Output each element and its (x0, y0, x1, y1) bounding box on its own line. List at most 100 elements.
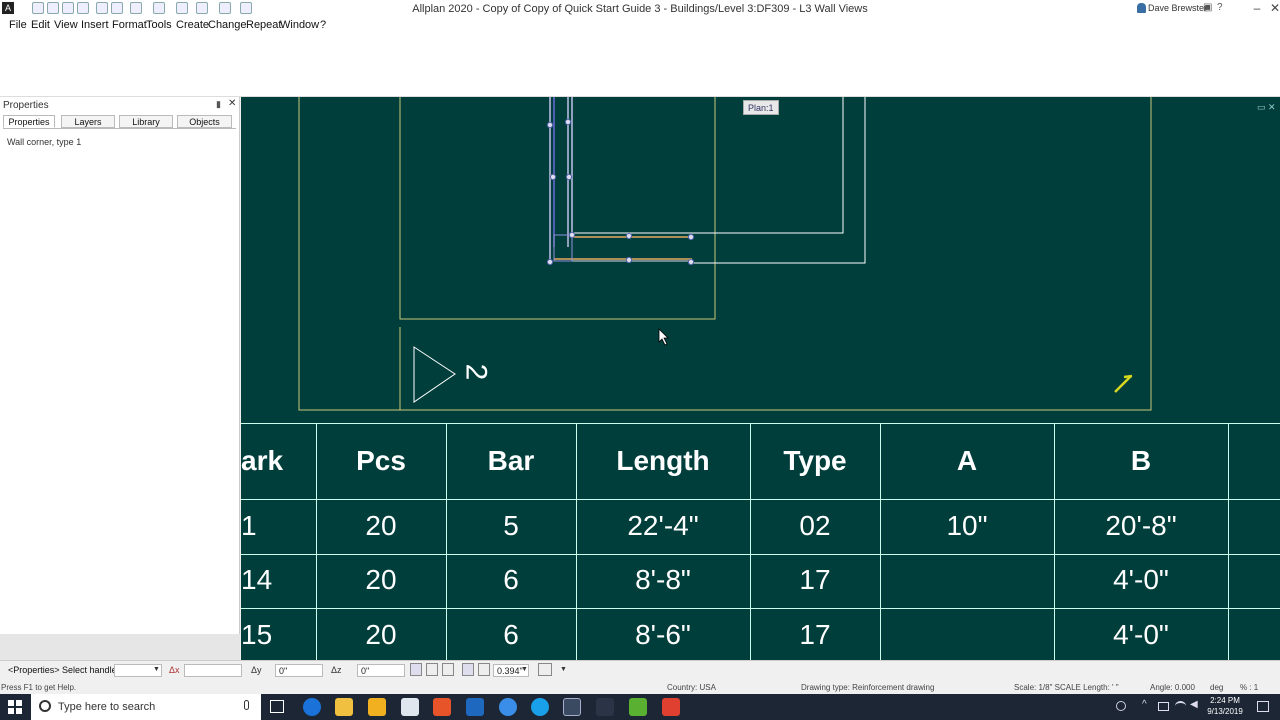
dx-field[interactable] (184, 664, 242, 677)
window-title: Allplan 2020 - Copy of Copy of Quick Sta… (412, 3, 868, 15)
app-c-red-icon[interactable] (662, 698, 680, 716)
help-icon[interactable]: ? (1217, 2, 1223, 13)
header-a: A (956, 445, 978, 476)
line-icon[interactable] (462, 663, 474, 676)
scale-text: Scale: 1/8" SCALE Length: ' " (1014, 683, 1119, 692)
viewport-controls-icon[interactable]: ▭ ✕ (1257, 102, 1276, 113)
tray-people-icon[interactable] (1116, 701, 1126, 711)
user-name[interactable]: Dave Brewster (1148, 3, 1207, 13)
menu-edit[interactable]: Edit (31, 19, 50, 31)
tab-properties[interactable]: Properties (3, 115, 55, 128)
row1-a: 10" (946, 510, 988, 541)
task-view-icon[interactable] (270, 700, 284, 713)
row1-type: 02 (799, 510, 831, 541)
row2-length: 8'-8" (635, 564, 691, 595)
app-s-icon[interactable] (433, 698, 451, 716)
section-marker-triangle (413, 346, 456, 403)
row1-bar: 5 (503, 510, 519, 541)
outlook-icon[interactable] (466, 698, 484, 716)
tab-layers[interactable]: Layers (61, 115, 115, 128)
row3-b: 4'-0" (1113, 619, 1169, 650)
dropdown-arrow-icon[interactable]: ▼ (153, 666, 160, 673)
angle-text: Angle: 0.000 (1150, 683, 1195, 692)
row2-type: 17 (799, 564, 831, 595)
properties-panel: Properties ▮ ✕ Properties Layers Library… (0, 97, 240, 660)
edge-beta-icon[interactable] (499, 698, 517, 716)
menu-window[interactable]: Window (280, 19, 319, 31)
header-bar: Bar (487, 445, 535, 476)
tray-volume-icon[interactable]: ◀ (1190, 699, 1198, 710)
tray-chevron-icon[interactable]: ^ (1142, 699, 1147, 710)
taskbar: Type here to search ^ ◀ 2:24 PM 9/13/201… (0, 694, 1280, 720)
input-bar: <Properties> Select handle ▼ Δx Δy 0" Δz… (0, 660, 1280, 680)
store-icon[interactable] (368, 698, 386, 716)
cart-icon[interactable]: ▣ (1203, 2, 1212, 13)
plan-drawing[interactable] (241, 97, 1280, 423)
panel-divider (3, 128, 236, 129)
tab-objects[interactable]: Objects (177, 115, 232, 128)
title-bar: A Allplan 2020 - Copy of Copy of Quick S… (0, 0, 1280, 17)
menu-create[interactable]: Create (176, 19, 209, 31)
pen-dropdown-icon[interactable]: ▼ (521, 666, 528, 673)
menu-change[interactable]: Change (208, 19, 247, 31)
section-marker-number: 2 (459, 363, 493, 381)
header-b: B (1130, 445, 1152, 476)
north-arrow-mark (1114, 375, 1132, 393)
menu-insert[interactable]: Insert (81, 19, 109, 31)
file-explorer-icon[interactable] (335, 698, 353, 716)
dz-field[interactable]: 0" (357, 664, 405, 677)
panel-footer (0, 634, 240, 660)
app-c-green-icon[interactable] (629, 698, 647, 716)
snap-icon[interactable] (410, 663, 422, 676)
handle-2 (564, 118, 572, 126)
menu-tools[interactable]: Tools (146, 19, 172, 31)
menu-file[interactable]: File (9, 19, 27, 31)
tab-library[interactable]: Library (119, 115, 173, 128)
tray-network-icon[interactable] (1158, 702, 1169, 711)
dy-field[interactable]: 0" (275, 664, 323, 677)
track-icon[interactable] (426, 663, 438, 676)
outline-right (571, 97, 844, 234)
microphone-icon[interactable] (244, 700, 249, 710)
drawing-canvas[interactable]: Plan:1 2 ▭ ✕ ark Pcs Bar Length Type A B… (241, 97, 1280, 660)
windows-start-icon[interactable] (8, 700, 22, 714)
row2-pcs: 20 (365, 564, 397, 595)
notification-icon[interactable] (1257, 701, 1269, 712)
ruler-icon[interactable] (478, 663, 490, 676)
search-placeholder: Type here to search (58, 701, 156, 713)
plan-tag[interactable]: Plan:1 (743, 100, 779, 115)
menu-repeat[interactable]: Repeat (246, 19, 281, 31)
country-text: Country: USA (667, 683, 716, 692)
menu-format[interactable]: Format (112, 19, 147, 31)
plan-window-1 (399, 97, 716, 320)
skype-icon[interactable] (531, 698, 549, 716)
handle-9 (625, 256, 633, 264)
close-button[interactable]: ✕ (1264, 0, 1280, 17)
row2-bar: 6 (503, 564, 519, 595)
dz-label: Δz (331, 665, 342, 675)
row3-length: 8'-6" (635, 619, 691, 650)
percent-text: % : 1 (1240, 683, 1259, 692)
table-top-border (241, 423, 1280, 424)
help-text: Press F1 to get Help. (1, 683, 77, 692)
clock-date[interactable]: 9/13/2019 (1202, 707, 1248, 716)
pin-icon[interactable]: ▮ (216, 99, 221, 110)
row1-pcs: 20 (365, 510, 397, 541)
dy-label: Δy (251, 665, 262, 675)
taskbar-search-box[interactable]: Type here to search (31, 694, 261, 720)
menu-help[interactable]: ? (320, 19, 326, 31)
panel-close-icon[interactable]: ✕ (228, 98, 236, 109)
handle-6 (625, 232, 633, 240)
toolbar-area (0, 33, 1280, 97)
clock-time[interactable]: 2:24 PM (1207, 696, 1243, 705)
filter-icon[interactable] (538, 663, 552, 676)
menu-view[interactable]: View (54, 19, 78, 31)
allplan-2-icon[interactable] (596, 698, 614, 716)
angle-icon[interactable] (442, 663, 454, 676)
row2-mark: 14 (241, 564, 273, 595)
allplan-icon[interactable] (563, 698, 581, 716)
more-dropdown-icon[interactable]: ▼ (560, 666, 567, 673)
tray-wifi-icon[interactable] (1175, 701, 1186, 711)
edge-icon[interactable] (303, 698, 321, 716)
mail-icon[interactable] (401, 698, 419, 716)
